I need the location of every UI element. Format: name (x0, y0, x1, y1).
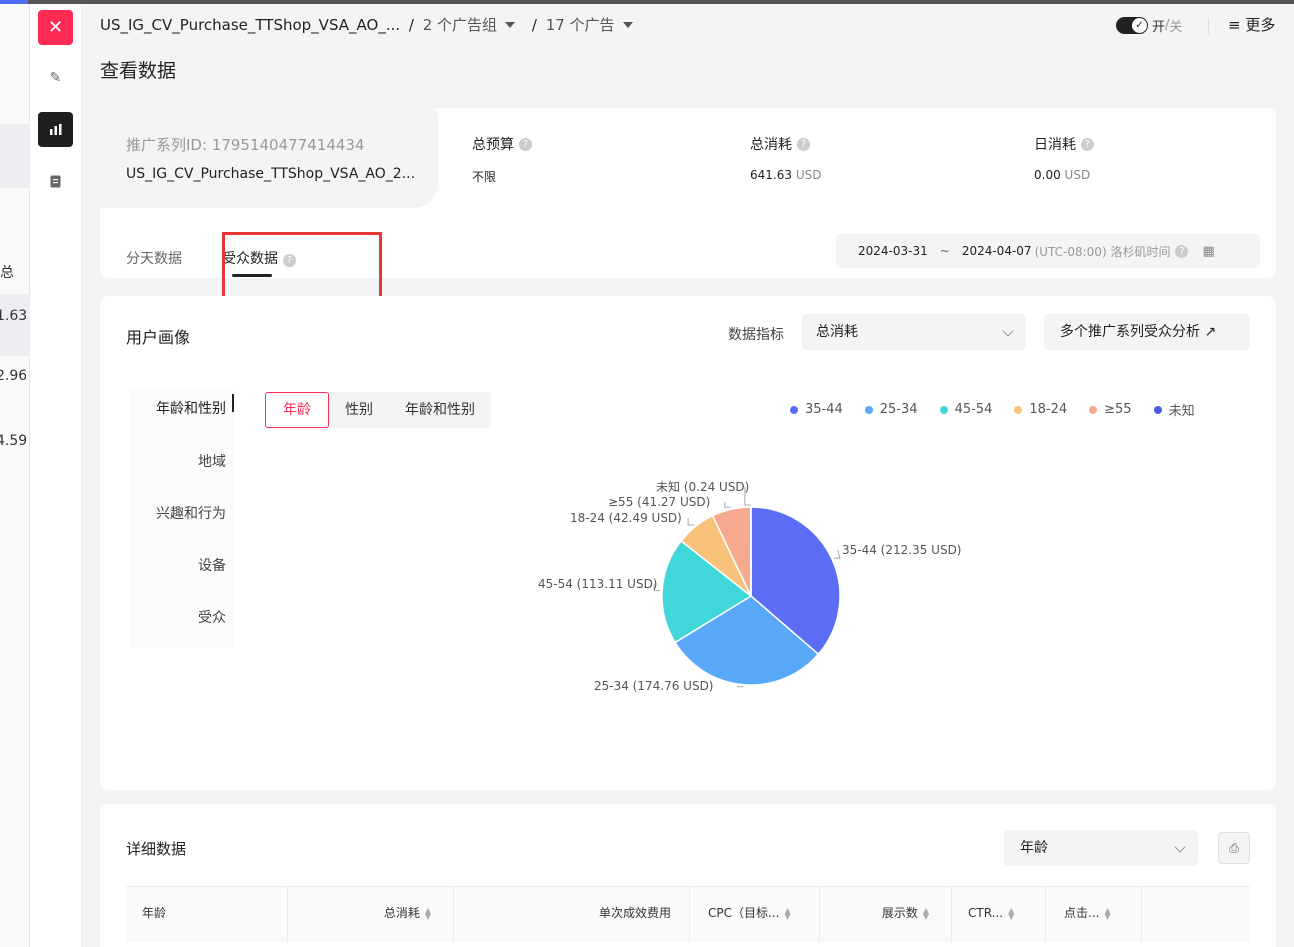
data-view-button[interactable] (38, 112, 73, 147)
pie-data-label: ≥55 (41.27 USD) (608, 495, 710, 509)
total-budget-value: 不限 (472, 170, 497, 184)
menu-icon: ≡ (1228, 16, 1246, 34)
detail-data-card: 详细数据 年龄 ⎙ 年龄 总消耗 ▲ ▼ 单次成效费用 CPC（目标... ▲ ▼ 展示… (100, 804, 1276, 947)
underlay-value: 4.59 (0, 433, 26, 449)
main-panel: US_IG_CV_Purchase_TTShop_VSA_AO_... / 2 … (82, 4, 1294, 947)
sort-icon[interactable]: ▲ ▼ (784, 906, 790, 920)
check-icon: ✓ (1132, 18, 1147, 33)
total-budget-label: 总预算 (472, 137, 514, 153)
toggle-off-label: 关 (1169, 20, 1183, 35)
underlay-value: 2.96 (0, 368, 26, 384)
help-icon[interactable]: ? (1175, 244, 1189, 258)
daily-cost-label: 日消耗 (1034, 137, 1076, 153)
help-icon[interactable]: ? (1081, 137, 1094, 151)
export-icon: ⎙ (1229, 840, 1239, 855)
breadcrumb-adgroups[interactable]: 2 个广告组 (423, 16, 497, 34)
column-header-total-cost[interactable]: 总消耗 ▲ ▼ (288, 887, 454, 943)
user-portrait-card: 用户画像 数据指标 总消耗 多个推广系列受众分析 ↗ 年龄和性别 地域 兴趣和行… (100, 296, 1276, 790)
campaign-id-box: 推广系列ID: 1795140477414434 US_IG_CV_Purcha… (100, 108, 438, 208)
total-budget: 总预算? 不限 (472, 134, 532, 185)
column-header-cost-per-result[interactable]: 单次成效费用 (454, 887, 690, 943)
pie-data-label: 45-54 (113.11 USD) (538, 577, 658, 591)
tab-daily-data[interactable]: 分天数据 (126, 248, 182, 268)
daily-cost: 日消耗? 0.00 USD (1034, 134, 1094, 182)
pencil-icon: ✎ (49, 69, 62, 86)
export-button[interactable]: ⎙ (1218, 832, 1250, 864)
icon-rail: ✕ ✎ (30, 4, 82, 947)
sort-icon[interactable]: ▲ ▼ (923, 906, 929, 920)
edit-button[interactable]: ✎ (38, 60, 73, 95)
underlay-block (0, 124, 30, 188)
calendar-icon: ▦ (1202, 243, 1215, 259)
pie-data-label: 18-24 (42.49 USD) (570, 511, 682, 525)
highlight-box (222, 232, 382, 304)
chevron-down-icon (1174, 841, 1186, 853)
breadcrumb-ads[interactable]: 17 个广告 (546, 16, 615, 34)
total-cost-value: 641.63 (750, 168, 792, 182)
chevron-down-icon[interactable] (505, 21, 516, 28)
bar-chart-icon (49, 124, 61, 135)
summary-card: 推广系列ID: 1795140477414434 US_IG_CV_Purcha… (100, 108, 1276, 304)
breadcrumb-campaign[interactable]: US_IG_CV_Purchase_TTShop_VSA_AO_... (100, 16, 400, 34)
pie-label-line (724, 502, 731, 508)
underlay-value: 1.63 (0, 308, 26, 324)
pie-label-line (737, 686, 744, 688)
pie-data-label: 25-34 (174.76 USD) (594, 679, 714, 693)
timezone: (UTC-08:00) 洛杉矶时间 (1034, 244, 1171, 259)
dimension-select[interactable]: 年龄 (1004, 830, 1198, 866)
chevron-down-icon[interactable] (622, 21, 633, 28)
column-header-ctr[interactable]: CTR... ▲ ▼ (952, 887, 1046, 943)
divider (1208, 18, 1209, 34)
column-header-cpc[interactable]: CPC（目标... ▲ ▼ (690, 887, 820, 943)
underlay-block (0, 294, 30, 356)
toggle-on-label: 开 (1152, 20, 1166, 35)
pie-data-label: 未知 (0.24 USD) (656, 480, 749, 494)
document-icon (50, 175, 61, 188)
more-button[interactable]: ≡ 更多 (1228, 14, 1275, 35)
table-header: 年龄 总消耗 ▲ ▼ 单次成效费用 CPC（目标... ▲ ▼ 展示数 ▲ ▼ CTR...… (126, 886, 1250, 943)
pie-label-line (687, 518, 695, 526)
dimension-select-value: 年龄 (1020, 840, 1048, 856)
currency-unit: USD (795, 168, 822, 182)
sort-icon[interactable]: ▲ ▼ (1008, 906, 1014, 920)
sort-icon[interactable]: ▲ ▼ (1104, 906, 1110, 920)
help-icon[interactable]: ? (519, 137, 532, 151)
pie-data-label: 35-44 (212.35 USD) (842, 543, 962, 557)
status-toggle[interactable]: ✓ (1116, 17, 1148, 34)
total-cost-label: 总消耗 (750, 137, 792, 153)
pie-label-line (833, 549, 841, 559)
campaign-name: US_IG_CV_Purchase_TTShop_VSA_AO_2... (126, 166, 416, 182)
underlay-header: 总 (0, 265, 14, 281)
sort-icon[interactable]: ▲ ▼ (425, 906, 431, 920)
date-end: 2024-04-07 (961, 244, 1032, 258)
column-header-age[interactable]: 年龄 (126, 887, 288, 943)
pie-chart: 35-44 (212.35 USD) 25-34 (174.76 USD) 45-5… (538, 480, 962, 693)
date-separator: ~ (939, 244, 950, 258)
detail-title: 详细数据 (126, 840, 187, 858)
date-range-picker[interactable]: 2024-03-31 ~ 2024-04-07 (UTC-08:00) 洛杉矶时… (836, 234, 1260, 268)
document-button[interactable] (38, 164, 73, 199)
column-header-impressions[interactable]: 展示数 ▲ ▼ (820, 887, 952, 943)
more-label: 更多 (1245, 16, 1276, 34)
total-cost: 总消耗? 641.63 USD (750, 134, 821, 182)
close-button[interactable]: ✕ (38, 10, 73, 45)
help-icon[interactable]: ? (797, 137, 810, 151)
column-header-clicks[interactable]: 点击... ▲ ▼ (1046, 887, 1142, 943)
breadcrumb: US_IG_CV_Purchase_TTShop_VSA_AO_... / 2 … (100, 14, 641, 35)
campaign-id: 推广系列ID: 1795140477414434 (126, 136, 365, 154)
close-icon: ✕ (47, 17, 64, 38)
status-toggle-group: ✓ 开 / 关 (1116, 16, 1182, 35)
daily-cost-value: 0.00 (1034, 168, 1061, 182)
currency-unit: USD (1064, 168, 1091, 182)
date-start: 2024-03-31 (858, 244, 928, 258)
underlying-page: 总 1.63 2.96 4.59 (0, 4, 30, 947)
page-title: 查看数据 (100, 60, 177, 82)
